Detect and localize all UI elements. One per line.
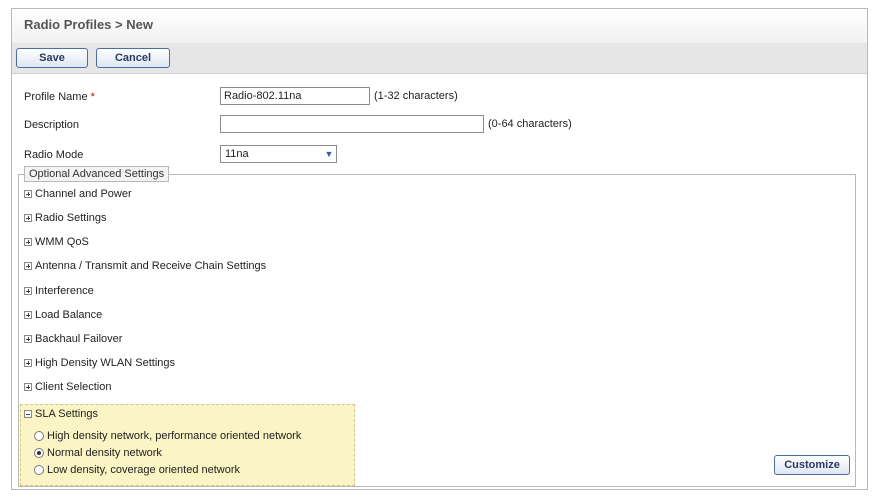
radio-button-selected[interactable]	[34, 448, 44, 458]
radio-mode-label: Radio Mode	[24, 149, 84, 161]
customize-button[interactable]: Customize	[774, 455, 850, 475]
radio-button[interactable]	[34, 431, 44, 441]
profile-name-label: Profile Name *	[24, 91, 95, 103]
panel-header: Radio Profiles > New	[12, 9, 867, 44]
sla-option-low-density[interactable]: Low density, coverage oriented network	[34, 463, 240, 477]
page-title: Radio Profiles > New	[24, 17, 153, 32]
collapse-icon	[24, 410, 32, 418]
description-hint: (0-64 characters)	[488, 118, 572, 130]
description-label: Description	[24, 119, 80, 131]
section-interference[interactable]: Interference	[24, 284, 94, 298]
description-input[interactable]	[220, 115, 484, 133]
sla-option-high-density[interactable]: High density network, performance orient…	[34, 429, 301, 443]
expand-icon	[24, 214, 32, 222]
section-wmm-qos[interactable]: WMM QoS	[24, 235, 89, 249]
expand-icon	[24, 287, 32, 295]
cancel-button[interactable]: Cancel	[96, 48, 170, 68]
radio-mode-select[interactable]: 11na ▼	[220, 145, 337, 163]
profile-name-input[interactable]	[220, 87, 370, 105]
radio-button[interactable]	[34, 465, 44, 475]
save-button[interactable]: Save	[16, 48, 88, 68]
radio-mode-value: 11na	[225, 148, 249, 160]
profile-name-hint: (1-32 characters)	[374, 90, 458, 102]
expand-icon	[24, 335, 32, 343]
expand-icon	[24, 262, 32, 270]
chevron-down-icon: ▼	[324, 149, 334, 159]
section-antenna-chain-settings[interactable]: Antenna / Transmit and Receive Chain Set…	[24, 259, 266, 273]
section-channel-and-power[interactable]: Channel and Power	[24, 187, 132, 201]
expand-icon	[24, 359, 32, 367]
sla-option-normal-density[interactable]: Normal density network	[34, 446, 162, 460]
section-backhaul-failover[interactable]: Backhaul Failover	[24, 332, 122, 346]
expand-icon	[24, 383, 32, 391]
section-load-balance[interactable]: Load Balance	[24, 308, 102, 322]
section-client-selection[interactable]: Client Selection	[24, 380, 111, 394]
section-radio-settings[interactable]: Radio Settings	[24, 211, 107, 225]
expand-icon	[24, 190, 32, 198]
section-sla-settings[interactable]: SLA Settings	[24, 407, 98, 421]
section-high-density-wlan[interactable]: High Density WLAN Settings	[24, 356, 175, 370]
expand-icon	[24, 311, 32, 319]
radio-profile-panel: Radio Profiles > New Save Cancel Profile…	[11, 8, 868, 490]
action-toolbar: Save Cancel	[12, 43, 867, 74]
expand-icon	[24, 238, 32, 246]
advanced-settings-legend: Optional Advanced Settings	[24, 166, 170, 182]
required-marker: *	[90, 91, 95, 103]
